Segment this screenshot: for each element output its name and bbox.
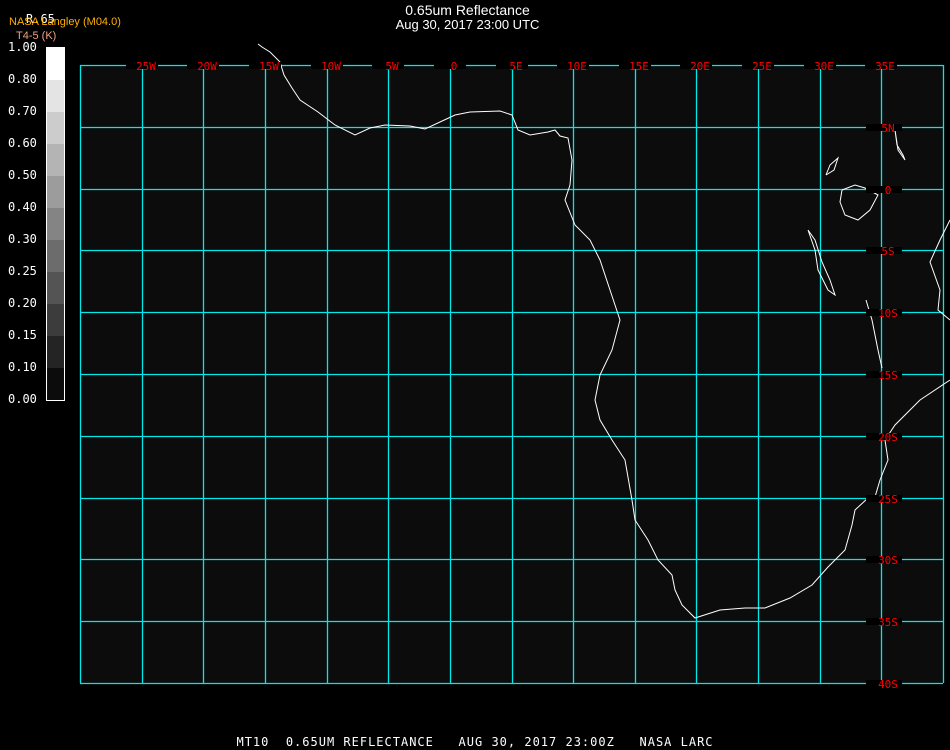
longitude-label: 5W bbox=[385, 60, 399, 73]
longitude-label: 15E bbox=[629, 60, 649, 73]
latitude-label: 5S bbox=[881, 245, 894, 258]
latitude-label: 35S bbox=[878, 616, 898, 629]
longitude-label: 25E bbox=[752, 60, 772, 73]
longitude-label: 35E bbox=[875, 60, 895, 73]
longitude-label: 10W bbox=[321, 60, 341, 73]
latitude-label: 20S bbox=[878, 431, 898, 444]
longitude-label: 10E bbox=[567, 60, 587, 73]
longitude-label: 20W bbox=[197, 60, 217, 73]
latitude-label: 0 bbox=[885, 184, 892, 197]
latitude-label: 40S bbox=[878, 678, 898, 691]
latitude-label: 15S bbox=[878, 369, 898, 382]
footer-caption: MT10 0.65UM REFLECTANCE AUG 30, 2017 23:… bbox=[236, 735, 714, 749]
latitude-label: 10S bbox=[878, 307, 898, 320]
map-plot: 25W 20W 15W 10W 5W 0 5E 10E 15E 20E 25E 30E 35E 5N 0 5S… bbox=[79, 43, 950, 691]
longitude-label: 20E bbox=[690, 60, 710, 73]
latitude-label: 30S bbox=[878, 554, 898, 567]
longitude-label: 0 bbox=[451, 60, 458, 73]
longitude-label: 15W bbox=[259, 60, 279, 73]
longitude-label: 30E bbox=[814, 60, 834, 73]
longitude-label: 25W bbox=[136, 60, 156, 73]
latitude-label: 5N bbox=[881, 122, 894, 135]
longitude-label: 5E bbox=[509, 60, 522, 73]
latitude-label: 25S bbox=[878, 493, 898, 506]
